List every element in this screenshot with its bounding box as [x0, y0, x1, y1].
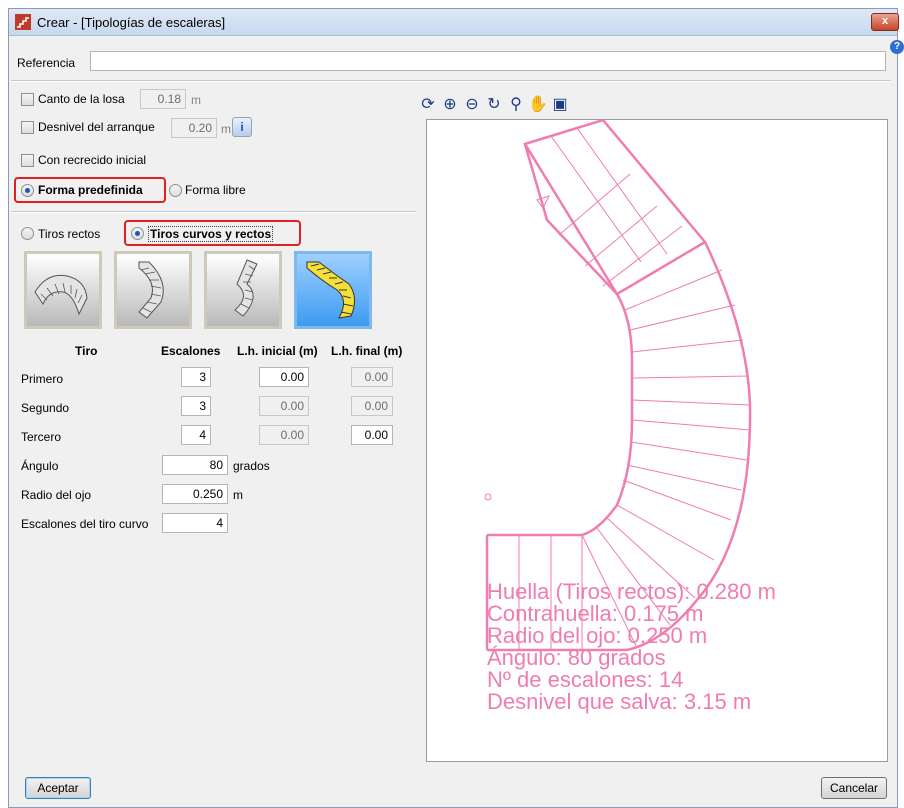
row-label-tercero: Tercero: [21, 430, 62, 444]
desnivel-checkbox[interactable]: [21, 121, 34, 134]
zoom-in-icon[interactable]: ⚲: [506, 95, 526, 115]
stair-type-c-thumbnail[interactable]: [204, 251, 282, 329]
stair-curved-icon: [306, 261, 355, 319]
desnivel-label: Desnivel del arranque: [38, 120, 155, 134]
row-label-primero: Primero: [21, 372, 64, 386]
recrecido-label: Con recrecido inicial: [38, 153, 147, 167]
recrecido-checkbox[interactable]: [21, 154, 34, 167]
tercero-lh-final-input[interactable]: 0.00: [351, 425, 393, 445]
copy-view-icon[interactable]: ▣: [550, 95, 570, 115]
tiros-curvos-radio[interactable]: [131, 227, 144, 240]
stat-angulo: Ángulo: 80 grados: [487, 645, 666, 670]
pan-hand-icon[interactable]: ✋: [528, 95, 548, 115]
stat-escalones: Nº de escalones: 14: [487, 667, 684, 692]
tiros-curvos-label: Tiros curvos y rectos: [148, 226, 274, 242]
radio-input[interactable]: 0.250: [162, 484, 228, 504]
stair-type-curved-thumbnail[interactable]: [294, 251, 372, 329]
forma-libre-label: Forma libre: [185, 183, 246, 197]
stat-radio: Radio del ojo: 0.250 m: [487, 623, 708, 648]
stat-huella: Huella (Tiros rectos): 0.280 m: [487, 579, 776, 604]
segundo-lh-inicial-input[interactable]: 0.00: [259, 396, 309, 416]
angulo-input[interactable]: 80: [162, 455, 228, 475]
title-bar: Crear - [Tipologías de escaleras] x: [9, 9, 899, 36]
stair-c-icon: [234, 259, 258, 317]
forma-predefinida-label: Forma predefinida: [38, 183, 143, 197]
close-button[interactable]: x: [871, 13, 899, 31]
canto-unit: m: [191, 93, 201, 107]
stair-type-s-thumbnail[interactable]: [114, 251, 192, 329]
referencia-input[interactable]: [90, 51, 886, 71]
help-icon[interactable]: ?: [890, 40, 904, 54]
escalones-curvo-input[interactable]: 4: [162, 513, 228, 533]
separator: [11, 211, 416, 213]
primero-lh-final-input[interactable]: 0.00: [351, 367, 393, 387]
aceptar-button[interactable]: Aceptar: [25, 777, 91, 799]
col-header-tiro: Tiro: [75, 344, 98, 358]
escalones-curvo-label: Escalones del tiro curvo: [21, 517, 149, 531]
angulo-unit: grados: [233, 459, 270, 473]
cancelar-button[interactable]: Cancelar: [821, 777, 887, 799]
stair-type-u-thumbnail[interactable]: [24, 251, 102, 329]
row-label-segundo: Segundo: [21, 401, 70, 415]
tiros-rectos-label: Tiros rectos: [38, 227, 101, 241]
angulo-label: Ángulo: [21, 459, 59, 473]
desnivel-unit: m: [221, 122, 231, 136]
col-header-lh-final: L.h. final (m): [331, 344, 403, 358]
zoom-out-icon[interactable]: ⊖: [462, 95, 482, 115]
stair-s-icon: [138, 261, 164, 319]
segundo-escalones-input[interactable]: 3: [181, 396, 211, 416]
canto-input[interactable]: 0.18: [140, 89, 186, 109]
col-header-lh-inicial: L.h. inicial (m): [237, 344, 318, 358]
tiros-rectos-radio[interactable]: [21, 227, 34, 240]
forma-predefinida-radio[interactable]: [21, 184, 34, 197]
radio-label: Radio del ojo: [21, 488, 92, 502]
zoom-window-icon[interactable]: ⊕: [440, 95, 460, 115]
stair-u-icon: [34, 274, 88, 316]
primero-lh-inicial-input[interactable]: 0.00: [259, 367, 309, 387]
redraw-icon[interactable]: ↻: [484, 95, 504, 115]
zoom-extents-icon[interactable]: ⟳: [418, 95, 438, 115]
stat-contrahuella: Contrahuella: 0.175 m: [487, 601, 704, 626]
tercero-lh-inicial-input[interactable]: 0.00: [259, 425, 309, 445]
dialog-window: Crear - [Tipologías de escaleras] x Refe…: [8, 8, 899, 808]
primero-escalones-input[interactable]: 3: [181, 367, 211, 387]
separator: [11, 80, 891, 82]
segundo-lh-final-input[interactable]: 0.00: [351, 396, 393, 416]
desnivel-input[interactable]: 0.20: [171, 118, 217, 138]
referencia-label: Referencia: [17, 56, 76, 70]
window-title: Crear - [Tipologías de escaleras]: [37, 15, 226, 30]
app-stairs-icon: [15, 14, 31, 30]
canto-label: Canto de la losa: [38, 92, 125, 106]
col-header-escalones: Escalones: [161, 344, 221, 358]
tercero-escalones-input[interactable]: 4: [181, 425, 211, 445]
canto-checkbox[interactable]: [21, 93, 34, 106]
radio-unit: m: [233, 488, 243, 502]
info-icon[interactable]: i: [232, 117, 252, 137]
stat-desnivel: Desnivel que salva: 3.15 m: [487, 689, 752, 714]
stair-stats: Huella (Tiros rectos): 0.280 m Contrahue…: [487, 581, 776, 713]
forma-libre-radio[interactable]: [169, 184, 182, 197]
